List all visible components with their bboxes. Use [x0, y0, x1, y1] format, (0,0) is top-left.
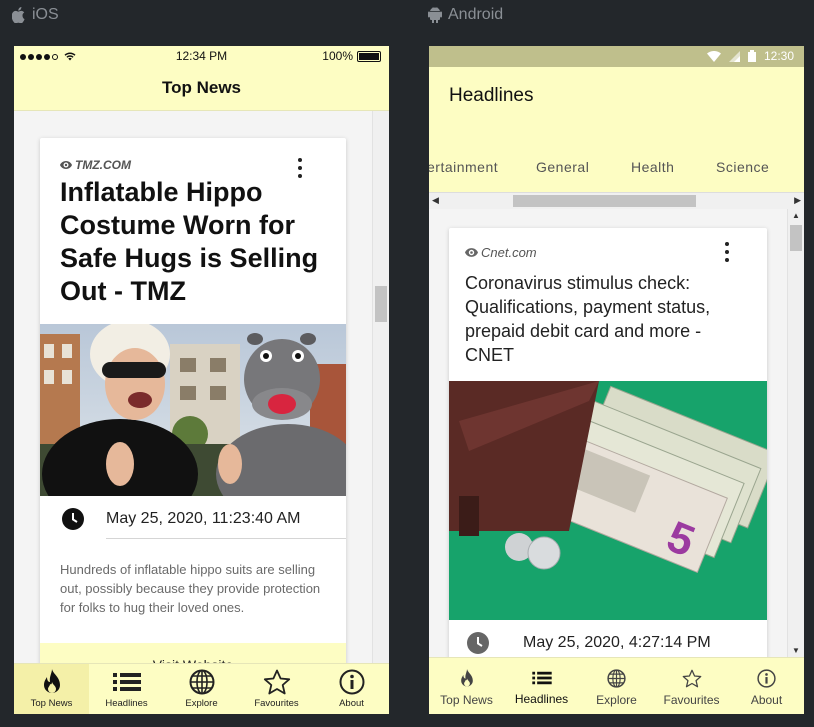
android-news-feed[interactable]: Cnet.com Coronavirus stimulus check: Qua…: [429, 209, 804, 657]
ios-source-text: TMZ.COM: [75, 158, 131, 172]
ios-tab-bar: Top News Headlines Explore Favourites Ab…: [14, 663, 389, 714]
ios-tab-about[interactable]: About: [314, 664, 389, 714]
scroll-up-arrow-icon[interactable]: ▲: [792, 211, 800, 220]
battery-icon: [747, 50, 756, 62]
tab-entertainment[interactable]: ertainment: [429, 159, 498, 175]
android-tab-label: About: [750, 693, 783, 707]
eye-icon: [465, 248, 478, 257]
android-vertical-scrollbar[interactable]: ▲ ▼: [787, 209, 804, 657]
ios-date-divider: [106, 538, 346, 539]
android-bottom-nav: Top News Headlines Explore Favourites Ab…: [429, 657, 804, 714]
globe-icon: [189, 669, 214, 695]
android-article-image[interactable]: 5: [449, 381, 767, 620]
wifi-icon: [706, 50, 721, 62]
ios-article-image[interactable]: [40, 320, 346, 529]
clock-icon: [62, 508, 84, 530]
android-app-bar: Headlines ertainment General Health Scie…: [429, 67, 804, 192]
ios-article-headline[interactable]: Inflatable Hippo Costume Worn for Safe H…: [60, 176, 330, 308]
globe-icon: [607, 669, 626, 688]
android-tab-label: Headlines: [514, 692, 569, 706]
android-article-date: May 25, 2020, 4:27:14 PM: [523, 634, 711, 651]
ios-tab-label: Top News: [30, 698, 73, 709]
tab-general[interactable]: General: [536, 159, 589, 175]
ios-tab-label: Favourites: [254, 698, 299, 709]
scroll-left-arrow-icon[interactable]: ◀: [432, 195, 439, 206]
ios-article-card[interactable]: TMZ.COM Inflatable Hippo Costume Worn fo…: [40, 138, 346, 663]
android-tab-favourites[interactable]: Favourites: [654, 658, 729, 714]
apple-icon: [12, 7, 26, 23]
ios-tab-top-news[interactable]: Top News: [14, 664, 89, 714]
android-label-text: Android: [448, 6, 504, 23]
tab-health[interactable]: Health: [631, 159, 674, 175]
flame-icon: [43, 669, 60, 693]
android-tab-about[interactable]: About: [729, 658, 804, 714]
tab-science[interactable]: Science: [716, 159, 769, 175]
ios-article-date-row: May 25, 2020, 11:23:40 AM: [62, 508, 301, 530]
android-article-card[interactable]: Cnet.com Coronavirus stimulus check: Qua…: [449, 228, 767, 657]
android-article-headline[interactable]: Coronavirus stimulus check: Qualificatio…: [465, 271, 755, 367]
ios-phone-screen: 12:34 PM 100% Top News TMZ.COM Inflatabl…: [14, 46, 389, 714]
scroll-down-arrow-icon[interactable]: ▼: [792, 646, 800, 655]
visit-website-button[interactable]: Visit Website: [40, 643, 346, 663]
ios-nav-title: Top News: [14, 66, 389, 111]
android-tab-headlines[interactable]: Headlines: [504, 658, 579, 714]
info-icon: [757, 669, 776, 688]
clock-icon: [467, 632, 489, 654]
ios-vertical-scrollbar[interactable]: [372, 111, 389, 663]
android-article-date-row: May 25, 2020, 4:27:14 PM: [467, 632, 711, 654]
android-tab-label: Favourites: [663, 693, 720, 707]
list-icon: [531, 671, 552, 685]
ios-article-date: May 25, 2020, 11:23:40 AM: [106, 510, 301, 527]
ios-scrollbar-thumb[interactable]: [375, 286, 387, 322]
ios-tab-label: About: [339, 698, 364, 709]
ios-battery-percent: 100%: [322, 49, 353, 63]
ios-news-feed[interactable]: TMZ.COM Inflatable Hippo Costume Worn fo…: [14, 111, 389, 663]
ios-article-description: Hundreds of inflatable hippo suits are s…: [60, 562, 321, 615]
android-platform-label: Android: [428, 6, 503, 24]
ios-tab-favourites[interactable]: Favourites: [239, 664, 314, 714]
android-page-title: Headlines: [449, 85, 534, 106]
android-tab-top-news[interactable]: Top News: [429, 658, 504, 714]
android-category-tabs: ertainment General Health Science: [429, 157, 804, 181]
battery-icon: [357, 50, 381, 62]
flame-icon: [460, 669, 473, 687]
android-article-source: Cnet.com: [465, 245, 537, 260]
ios-tab-label: Explore: [185, 698, 218, 709]
android-tab-label: Explore: [596, 693, 637, 707]
android-phone-screen: 12:30 Headlines ertainment General Healt…: [429, 46, 804, 714]
ios-article-source: TMZ.COM: [60, 158, 131, 172]
android-horizontal-scrollbar[interactable]: ◀ ▶: [429, 192, 804, 210]
eye-icon: [60, 161, 72, 169]
ios-label-text: iOS: [32, 6, 59, 23]
ios-tab-label: Headlines: [105, 698, 148, 709]
ios-more-options-icon[interactable]: [298, 158, 302, 178]
android-source-text: Cnet.com: [481, 245, 537, 260]
ios-status-bar: 12:34 PM 100%: [14, 46, 389, 66]
android-tab-explore[interactable]: Explore: [579, 658, 654, 714]
android-status-time: 12:30: [763, 49, 794, 63]
android-hscroll-thumb[interactable]: [513, 195, 696, 207]
android-more-options-icon[interactable]: [725, 242, 729, 262]
ios-tab-explore[interactable]: Explore: [164, 664, 239, 714]
android-vscroll-thumb[interactable]: [790, 225, 802, 251]
android-status-bar: 12:30: [429, 46, 804, 67]
star-icon: [263, 669, 290, 695]
ios-tab-headlines[interactable]: Headlines: [89, 664, 164, 714]
list-icon: [112, 673, 141, 691]
android-icon: [428, 7, 442, 23]
info-icon: [339, 669, 364, 695]
ios-platform-label: iOS: [12, 6, 59, 24]
cell-signal-icon: [728, 50, 740, 62]
android-tab-label: Top News: [440, 693, 493, 707]
scroll-right-arrow-icon[interactable]: ▶: [794, 195, 801, 206]
star-icon: [682, 669, 701, 688]
